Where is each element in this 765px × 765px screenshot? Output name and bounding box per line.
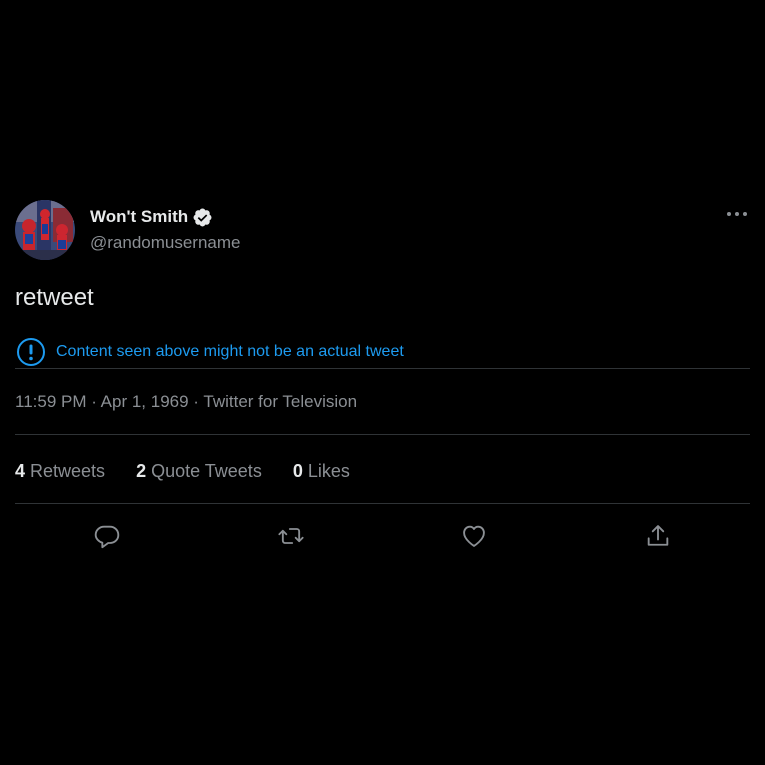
display-name-row: Won't Smith bbox=[90, 205, 241, 229]
quote-tweets-stat[interactable]: 2 Quote Tweets bbox=[136, 461, 262, 482]
content-notice: Content seen above might not be an actua… bbox=[15, 336, 750, 369]
retweets-count: 4 bbox=[15, 461, 26, 481]
reply-icon[interactable] bbox=[91, 520, 123, 552]
tweet-header: Won't Smith @randomusername bbox=[15, 200, 750, 260]
display-name[interactable]: Won't Smith bbox=[90, 207, 188, 227]
tweet-stats: 4 Retweets 2 Quote Tweets 0 Likes bbox=[15, 461, 381, 482]
retweets-stat[interactable]: 4 Retweets bbox=[15, 461, 105, 482]
retweet-icon[interactable] bbox=[275, 520, 307, 552]
divider bbox=[15, 434, 750, 435]
likes-stat[interactable]: 0 Likes bbox=[293, 461, 350, 482]
share-icon[interactable] bbox=[642, 520, 674, 552]
tweet-meta[interactable]: 11:59 PM · Apr 1, 1969 · Twitter for Tel… bbox=[15, 392, 357, 412]
notice-text[interactable]: Content seen above might not be an actua… bbox=[56, 343, 404, 361]
likes-label: Likes bbox=[302, 461, 350, 481]
author-names: Won't Smith @randomusername bbox=[90, 205, 241, 253]
quote-tweets-count: 2 bbox=[136, 461, 147, 481]
verified-badge-icon bbox=[192, 207, 213, 228]
tweet-text: retweet bbox=[15, 284, 94, 311]
tweet-card: Won't Smith @randomusername retweet Cont… bbox=[15, 200, 750, 549]
avatar[interactable] bbox=[15, 200, 75, 260]
retweets-label: Retweets bbox=[25, 461, 106, 481]
divider bbox=[15, 503, 750, 504]
tweet-actions bbox=[15, 516, 750, 556]
quote-tweets-label: Quote Tweets bbox=[146, 461, 262, 481]
heart-icon[interactable] bbox=[458, 520, 490, 552]
exclamation-circle-icon bbox=[16, 337, 46, 367]
more-options-icon[interactable] bbox=[724, 204, 750, 224]
likes-count: 0 bbox=[292, 461, 303, 481]
username[interactable]: @randomusername bbox=[90, 233, 241, 253]
avatar-image bbox=[15, 200, 75, 260]
